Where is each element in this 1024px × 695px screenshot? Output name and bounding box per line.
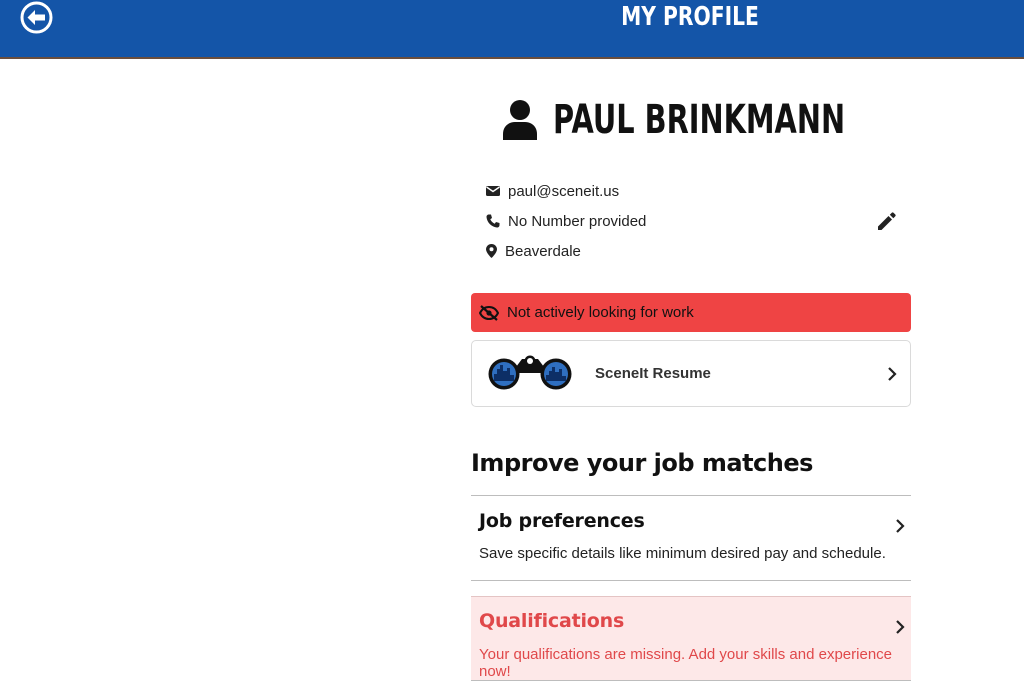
app-header: MY PROFILE [0,0,1024,59]
job-preferences-title: Job preferences [479,510,645,532]
eye-slash-icon [479,304,499,321]
pencil-icon [878,212,896,230]
person-icon [503,100,538,140]
job-preferences-item[interactable]: Job preferences Save specific details li… [471,496,911,580]
edit-profile-button[interactable] [875,209,899,233]
phone-text: No Number provided [508,212,647,230]
location-text: Beaverdale [505,242,581,260]
phone-row: No Number provided [486,211,646,231]
map-pin-icon [486,244,497,258]
back-arrow-icon [20,1,53,34]
job-status-banner[interactable]: Not actively looking for work [471,293,911,332]
chevron-right-icon [896,620,905,634]
qualifications-item[interactable]: Qualifications Your qualifications are m… [471,596,911,680]
chevron-right-icon [896,519,905,533]
location-row: Beaverdale [486,241,581,261]
improve-section-title: Improve your job matches [471,449,813,477]
resume-card[interactable]: SceneIt Resume [471,340,911,407]
phone-icon [486,214,500,228]
job-preferences-description: Save specific details like minimum desir… [479,545,886,562]
email-row: paul@sceneit.us [486,181,619,201]
email-text: paul@sceneit.us [508,182,620,200]
chevron-right-icon [888,367,897,381]
divider [471,580,911,581]
binoculars-icon [488,355,572,390]
envelope-icon [486,186,500,196]
profile-name: PAUL BRINKMANN [553,97,846,143]
back-button[interactable] [20,1,53,34]
page-title: MY PROFILE [621,2,759,32]
resume-label: SceneIt Resume [595,365,711,382]
qualifications-title: Qualifications [479,610,625,632]
qualifications-description: Your qualifications are missing. Add you… [479,646,893,680]
profile-header: PAUL BRINKMANN [471,94,911,146]
divider [471,680,911,681]
job-status-text: Not actively looking for work [507,304,694,321]
